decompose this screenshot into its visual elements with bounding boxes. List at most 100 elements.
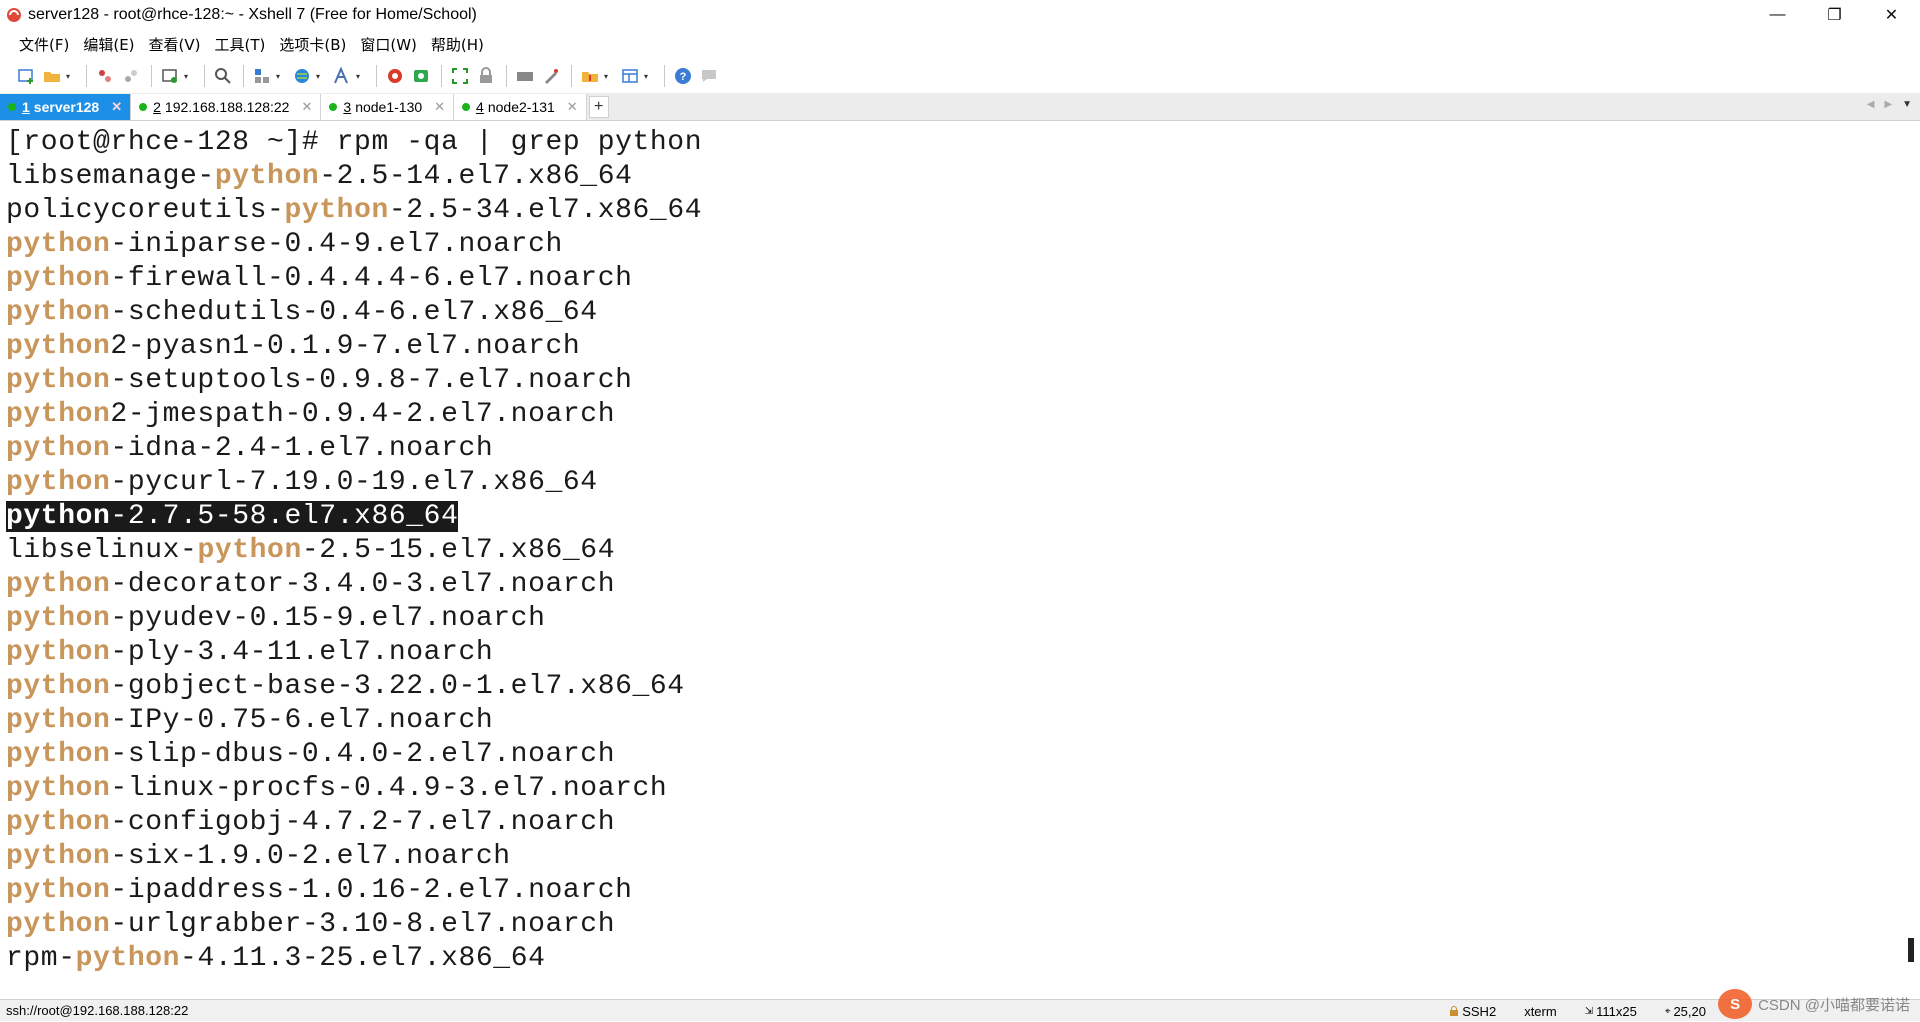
tab-server128[interactable]: 1 server128 ✕ (0, 94, 131, 120)
font-icon[interactable] (330, 64, 354, 88)
layout-dropdown-icon[interactable]: ▾ (276, 72, 284, 81)
disconnect-icon[interactable] (93, 64, 117, 88)
terminal-scrollbar-thumb[interactable] (1908, 938, 1914, 962)
tab-scroll-right-icon[interactable]: ▶ (1884, 99, 1892, 110)
grep-match: python (6, 637, 110, 668)
terminal-line: python-schedutils-0.4-6.el7.x86_64 (6, 296, 702, 330)
menu-edit[interactable]: 编辑(E) (76, 34, 141, 55)
toolbar-divider (204, 65, 205, 87)
line-suffix: -slip-dbus-0.4.0-2.el7.noarch (110, 739, 615, 770)
protocol-label: SSH2 (1462, 1004, 1496, 1019)
grep-match: python (6, 671, 110, 702)
font-dropdown-icon[interactable]: ▾ (356, 72, 364, 81)
new-session-icon[interactable] (14, 64, 38, 88)
tab-node2-131[interactable]: 4 node2-131 ✕ (454, 94, 587, 120)
globe-icon[interactable] (290, 64, 314, 88)
title-bar: server128 - root@rhce-128:~ - Xshell 7 (… (0, 0, 1920, 29)
xftp-icon[interactable] (409, 64, 433, 88)
menu-tab[interactable]: 选项卡(B) (272, 34, 353, 55)
grep-match: python (6, 841, 110, 872)
terminal-line: python-idna-2.4-1.el7.noarch (6, 432, 702, 466)
menu-help[interactable]: 帮助(H) (424, 34, 491, 55)
terminal-size-cell: ⇲ 111x25 (1571, 1004, 1651, 1019)
grep-match: python (6, 399, 110, 430)
grep-match: python (6, 909, 110, 940)
grep-match: python (6, 705, 110, 736)
find-icon[interactable] (211, 64, 235, 88)
connected-status-icon (8, 103, 16, 111)
line-suffix: -configobj-4.7.2-7.el7.noarch (110, 807, 615, 838)
layout-icon[interactable] (250, 64, 274, 88)
window-layout-icon[interactable] (618, 64, 642, 88)
globe-dropdown-icon[interactable]: ▾ (316, 72, 324, 81)
line-suffix: -2.5-15.el7.x86_64 (302, 535, 615, 566)
close-button[interactable]: ✕ (1863, 0, 1920, 29)
menu-window[interactable]: 窗口(W) (353, 34, 424, 55)
help-icon[interactable]: ? (671, 64, 695, 88)
close-tab-icon[interactable]: ✕ (567, 99, 578, 115)
line-suffix: -six-1.9.0-2.el7.noarch (110, 841, 510, 872)
open-dropdown-icon[interactable]: ▾ (66, 72, 74, 81)
line-suffix: -linux-procfs-0.4.9-3.el7.noarch (110, 773, 667, 804)
transfer-dropdown-icon[interactable]: ▾ (604, 72, 612, 81)
cursor-icon: ⌖ (1665, 1006, 1671, 1017)
close-tab-icon[interactable]: ✕ (434, 99, 445, 115)
selected-text: python-2.7.5-58.el7.x86_64 (6, 501, 458, 532)
line-suffix: -pycurl-7.19.0-19.el7.x86_64 (110, 467, 597, 498)
minimize-button[interactable]: — (1749, 0, 1806, 29)
line-prefix: rpm- (6, 943, 76, 974)
tab-number: 2 (153, 99, 161, 115)
terminal-area[interactable]: [root@rhce-128 ~]# rpm -qa | grep python… (0, 122, 1920, 999)
toolbar-divider (151, 65, 152, 87)
tab-list-dropdown-icon[interactable]: ▼ (1902, 99, 1912, 110)
connected-status-icon (329, 103, 337, 111)
window-layout-dropdown-icon[interactable]: ▾ (644, 72, 652, 81)
close-tab-icon[interactable]: ✕ (111, 99, 122, 115)
terminal-line: rpm-python-4.11.3-25.el7.x86_64 (6, 942, 702, 976)
terminal-line: python-gobject-base-3.22.0-1.el7.x86_64 (6, 670, 702, 704)
chat-icon[interactable] (697, 64, 721, 88)
tab-192-168-188-128[interactable]: 2 192.168.188.128:22 ✕ (131, 94, 321, 120)
terminal-prompt-line: [root@rhce-128 ~]# rpm -qa | grep python (6, 126, 702, 160)
terminal-line: python-configobj-4.7.2-7.el7.noarch (6, 806, 702, 840)
tab-scroll-left-icon[interactable]: ◀ (1867, 99, 1875, 110)
tab-label: server128 (34, 99, 99, 115)
keyboard-icon[interactable] (513, 64, 537, 88)
toolbar-divider (571, 65, 572, 87)
line-suffix: -2.5-34.el7.x86_64 (389, 195, 702, 226)
line-text: python-setuptools-0.9.8-7.el7.noarch (6, 365, 633, 396)
tab-label: 192.168.188.128:22 (165, 99, 290, 115)
open-folder-icon[interactable] (40, 64, 64, 88)
lock-icon[interactable] (474, 64, 498, 88)
terminal-line: python-pyudev-0.15-9.el7.noarch (6, 602, 702, 636)
terminal-line: python-ply-3.4-11.el7.noarch (6, 636, 702, 670)
csdn-logo: S (1718, 989, 1752, 1019)
protocol-cell: SSH2 (1435, 1004, 1510, 1019)
terminal-line: python-IPy-0.75-6.el7.noarch (6, 704, 702, 738)
xshell-icon[interactable] (383, 64, 407, 88)
new-tab-button[interactable]: + (589, 96, 609, 118)
highlight-pen-icon[interactable] (539, 64, 563, 88)
line-suffix: 2-pyasn1-0.1.9-7.el7.noarch (110, 331, 580, 362)
menu-file[interactable]: 文件(F) (12, 34, 76, 55)
transfer-icon[interactable] (578, 64, 602, 88)
menu-view[interactable]: 查看(V) (142, 34, 208, 55)
grep-match: python (6, 297, 110, 328)
line-text: python-linux-procfs-0.4.9-3.el7.noarch (6, 773, 667, 804)
restore-button[interactable]: ❐ (1806, 0, 1863, 29)
terminal-line: python-iniparse-0.4-9.el7.noarch (6, 228, 702, 262)
grep-match: python (6, 467, 110, 498)
menu-tools[interactable]: 工具(T) (208, 34, 273, 55)
line-prefix: libsemanage- (6, 161, 215, 192)
fullscreen-icon[interactable] (448, 64, 472, 88)
line-text: python-iniparse-0.4-9.el7.noarch (6, 229, 563, 260)
tab-number: 4 (476, 99, 484, 115)
line-suffix: -setuptools-0.9.8-7.el7.noarch (110, 365, 632, 396)
line-suffix: -gobject-base-3.22.0-1.el7.x86_64 (110, 671, 684, 702)
properties-dropdown-icon[interactable]: ▾ (184, 72, 192, 81)
tab-node1-130[interactable]: 3 node1-130 ✕ (321, 94, 454, 120)
reconnect-icon[interactable] (119, 64, 143, 88)
menu-bar: 文件(F) 编辑(E) 查看(V) 工具(T) 选项卡(B) 窗口(W) 帮助(… (0, 29, 1920, 59)
properties-icon[interactable] (158, 64, 182, 88)
close-tab-icon[interactable]: ✕ (301, 99, 312, 115)
